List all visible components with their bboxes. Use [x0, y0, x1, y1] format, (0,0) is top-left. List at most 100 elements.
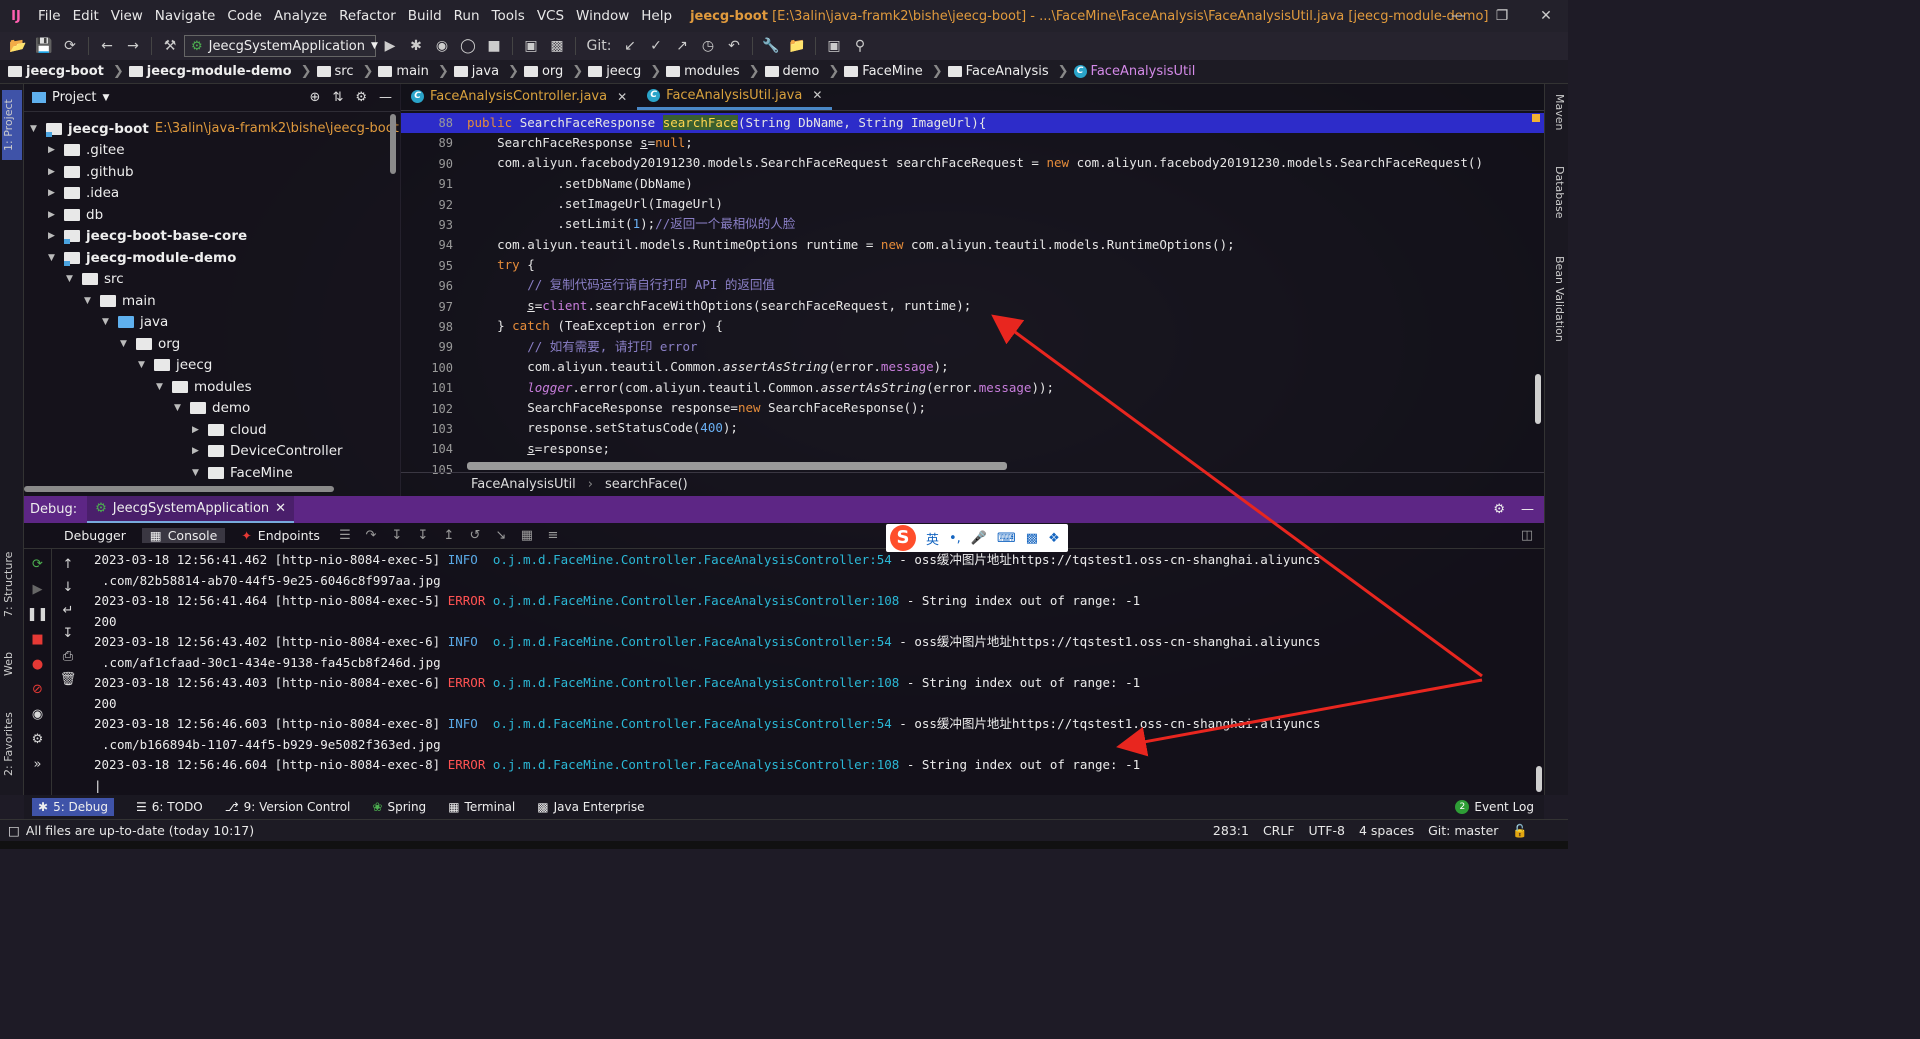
close-icon[interactable]: ✕ — [1524, 0, 1568, 32]
collapsed-arrow-icon[interactable]: ▶ — [48, 145, 58, 155]
run-to-cursor-icon[interactable]: ↘ — [492, 528, 510, 543]
close-icon[interactable]: ✕ — [275, 501, 286, 516]
tab-terminal[interactable]: ▦ Terminal — [448, 800, 515, 814]
mute-breakpoints-icon[interactable]: ⊘ — [32, 682, 43, 697]
tree-item[interactable]: ▼ modules — [156, 376, 252, 397]
tree-item[interactable]: ▶ .idea — [48, 183, 119, 204]
menu-lines-icon[interactable]: ☰ — [336, 528, 354, 543]
line-number[interactable]: 97 — [401, 300, 453, 314]
line-number[interactable]: 93 — [401, 218, 453, 232]
collapsed-arrow-icon[interactable]: ▶ — [48, 167, 58, 177]
evaluate-expression-icon[interactable]: ▦ — [518, 528, 536, 543]
structure-tool-tab[interactable]: 7: Structure — [2, 544, 22, 624]
force-step-into-icon[interactable]: ↧ — [414, 528, 432, 543]
sogou-logo-icon[interactable]: S — [890, 525, 916, 551]
more-icon[interactable]: » — [34, 757, 42, 772]
expanded-arrow-icon[interactable]: ▼ — [30, 124, 40, 134]
line-number[interactable]: 92 — [401, 198, 453, 212]
breadcrumb-item[interactable]: org ❯ — [523, 64, 588, 79]
git-history-icon[interactable]: ◷ — [696, 35, 720, 57]
layout-icon[interactable]: ◫ — [1518, 528, 1536, 543]
trace-icon[interactable]: ≡ — [544, 528, 562, 543]
line-number[interactable]: 88 — [401, 116, 453, 130]
git-update-icon[interactable]: ↙ — [618, 35, 642, 57]
expanded-arrow-icon[interactable]: ▼ — [138, 360, 148, 370]
tree-item[interactable]: ▼ jeecg — [138, 355, 212, 376]
tab-faceanalysiscontroller[interactable]: C FaceAnalysisController.java ✕ — [401, 83, 637, 110]
tree-item[interactable]: ▶ cloud — [192, 419, 267, 440]
menu-tools[interactable]: Tools — [486, 8, 531, 24]
git-commit-icon[interactable]: ✓ — [644, 35, 668, 57]
tree-item[interactable]: ▶ .gitee — [48, 140, 125, 161]
line-number[interactable]: 103 — [401, 422, 453, 436]
collapsed-arrow-icon[interactable]: ▶ — [48, 188, 58, 198]
stop-icon[interactable]: ■ — [31, 632, 43, 647]
menu-view[interactable]: View — [105, 8, 149, 24]
resume-icon[interactable]: ▶ — [33, 582, 43, 597]
breadcrumb-item[interactable]: jeecg-boot ❯ — [8, 64, 129, 79]
print-icon[interactable]: ⎙ — [63, 649, 73, 664]
breadcrumb-item[interactable]: jeecg-module-demo ❯ — [128, 64, 317, 79]
tree-item[interactable]: ▶ .github — [48, 161, 134, 182]
editor-horizontal-scrollbar[interactable] — [467, 462, 1007, 470]
menu-run[interactable]: Run — [448, 8, 486, 24]
settings-wrench-icon[interactable]: 🔧 — [759, 35, 783, 57]
scroll-down-icon[interactable]: ↓ — [63, 580, 74, 595]
collapsed-arrow-icon[interactable]: ▶ — [192, 446, 202, 456]
menu-file[interactable]: File — [32, 8, 67, 24]
line-number[interactable]: 91 — [401, 177, 453, 191]
menu-refactor[interactable]: Refactor — [333, 8, 402, 24]
tree-item[interactable]: ▼ demo — [174, 398, 250, 419]
menu-edit[interactable]: Edit — [67, 8, 105, 24]
line-number[interactable]: 101 — [401, 381, 453, 395]
breadcrumb-item[interactable]: src ❯ — [316, 64, 379, 79]
lock-icon[interactable]: 🔓 — [1512, 823, 1528, 839]
gear-icon[interactable]: ⚙ — [355, 90, 367, 105]
step-into-icon[interactable]: ↧ — [388, 528, 406, 543]
collapsed-arrow-icon[interactable]: ▶ — [48, 210, 58, 220]
menu-build[interactable]: Build — [402, 8, 448, 24]
attach-debugger-icon[interactable]: ▣ — [519, 35, 543, 57]
warning-marker-icon[interactable] — [1532, 114, 1540, 122]
gear-icon[interactable]: ⚙ — [32, 732, 44, 747]
editor-vertical-scrollbar[interactable] — [1535, 374, 1541, 424]
line-number[interactable]: 99 — [401, 340, 453, 354]
hide-panel-icon[interactable]: — — [379, 90, 392, 105]
indent-setting[interactable]: 4 spaces — [1359, 823, 1414, 839]
line-number[interactable]: 94 — [401, 238, 453, 252]
tab-version-control[interactable]: ⎇ 9: Version Control — [225, 800, 351, 814]
back-icon[interactable]: ← — [95, 35, 119, 57]
debug-bug-icon[interactable]: ✱ — [404, 35, 428, 57]
breadcrumb-item[interactable]: FaceMine ❯ — [844, 64, 947, 79]
deploy-icon[interactable]: ▩ — [545, 35, 569, 57]
file-encoding[interactable]: UTF-8 — [1309, 823, 1345, 839]
stop-icon[interactable]: ■ — [482, 35, 506, 57]
project-tool-tab[interactable]: 1: Project — [2, 90, 22, 160]
vertical-scrollbar[interactable] — [390, 114, 396, 174]
view-breakpoints-icon[interactable]: ● — [32, 657, 43, 672]
expanded-arrow-icon[interactable]: ▼ — [120, 339, 130, 349]
step-over-icon[interactable]: ↷ — [362, 528, 380, 543]
breadcrumb-item[interactable]: main ❯ — [378, 64, 453, 79]
rollback-icon[interactable]: ↶ — [722, 35, 746, 57]
line-number[interactable]: 90 — [401, 157, 453, 171]
collapse-all-icon[interactable]: ⇅ — [332, 90, 343, 105]
project-structure-icon[interactable]: 📁 — [785, 35, 809, 57]
tree-item[interactable]: ▶ DeviceController — [192, 441, 343, 462]
tree-item[interactable]: ▼ jeecg-boot E:\3alin\java-framk2\bishe\je… — [30, 118, 399, 139]
profile-icon[interactable]: ◯ — [456, 35, 480, 57]
soft-wrap-icon[interactable]: ↵ — [63, 603, 74, 618]
tree-item[interactable]: ▶ db — [48, 204, 103, 225]
caret-position[interactable]: 283:1 — [1213, 823, 1249, 839]
tree-item[interactable]: ▶ jeecg-boot-base-core — [48, 226, 247, 247]
ime-mode[interactable]: 英 — [926, 529, 939, 548]
tree-item[interactable]: ▼ jeecg-module-demo — [48, 247, 236, 268]
scroll-to-end-icon[interactable]: ↧ — [63, 626, 74, 641]
run-configuration-select[interactable]: ⚙ JeecgSystemApplication ▼ — [184, 35, 378, 57]
status-toggle-icon[interactable]: □ — [8, 823, 20, 838]
maven-tool-tab[interactable]: Maven — [1548, 94, 1566, 154]
expanded-arrow-icon[interactable]: ▼ — [84, 296, 94, 306]
tree-item[interactable]: ▼ main — [84, 290, 156, 311]
collapsed-arrow-icon[interactable]: ▶ — [192, 425, 202, 435]
sync-icon[interactable]: ⟳ — [58, 35, 82, 57]
